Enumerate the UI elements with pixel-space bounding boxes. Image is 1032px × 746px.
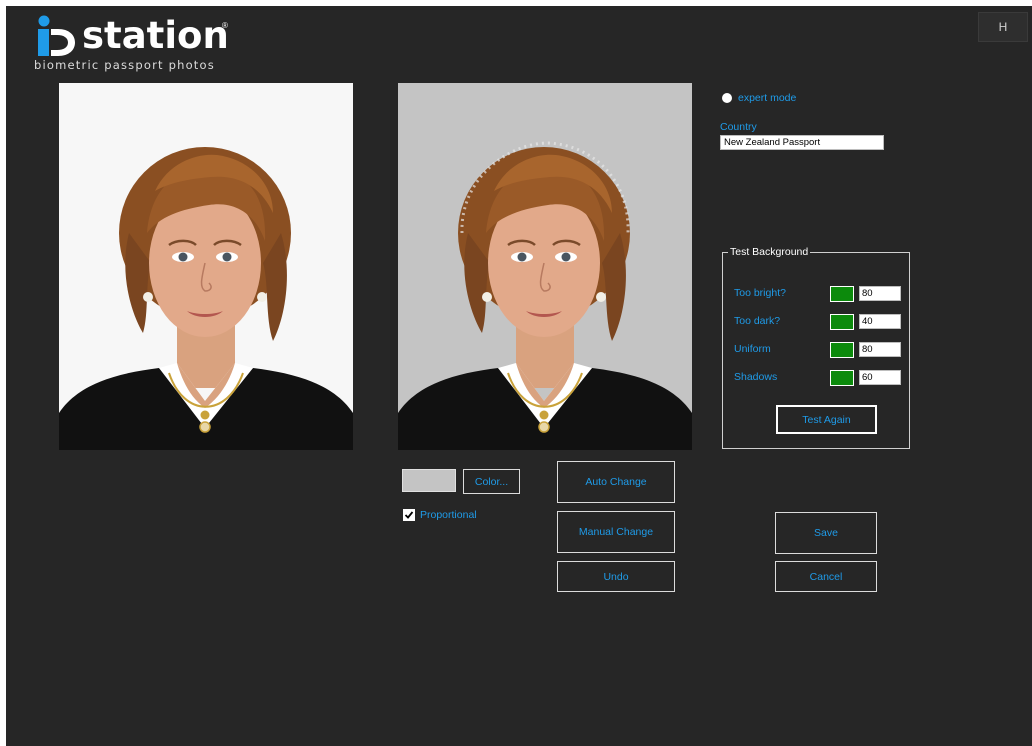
- save-button[interactable]: Save: [775, 512, 877, 554]
- too-bright-label: Too bright?: [734, 287, 786, 299]
- too-dark-status-indicator: [830, 314, 854, 330]
- portrait-image: [59, 147, 353, 450]
- portrait-image-processed: [398, 141, 692, 450]
- test-background-group: Test Background Too bright? 80 Too dark?…: [722, 246, 910, 449]
- color-picker-button[interactable]: Color...: [463, 469, 520, 494]
- test-background-title: Test Background: [728, 246, 811, 258]
- logo-tagline: biometric passport photos: [34, 58, 215, 72]
- original-photo: [59, 83, 353, 450]
- undo-button[interactable]: Undo: [557, 561, 675, 592]
- processed-photo: [398, 83, 692, 450]
- app-window: station ® biometric passport photos H ex…: [6, 6, 1032, 746]
- shadows-status-indicator: [830, 370, 854, 386]
- proportional-checkbox[interactable]: Proportional: [403, 509, 477, 521]
- cancel-button[interactable]: Cancel: [775, 561, 877, 592]
- proportional-label: Proportional: [420, 509, 477, 521]
- too-dark-threshold-field[interactable]: 40: [859, 314, 901, 329]
- radio-indicator[interactable]: [722, 93, 732, 103]
- test-row-too-dark: Too dark? 40: [734, 314, 904, 330]
- test-row-too-bright: Too bright? 80: [734, 286, 904, 302]
- logo-wordmark: station: [82, 14, 229, 57]
- brand-logo: station ® biometric passport photos: [34, 15, 254, 77]
- auto-change-button[interactable]: Auto Change: [557, 461, 675, 503]
- too-bright-threshold-field[interactable]: 80: [859, 286, 901, 301]
- too-bright-status-indicator: [830, 286, 854, 302]
- shadows-threshold-field[interactable]: 60: [859, 370, 901, 385]
- uniform-threshold-field[interactable]: 80: [859, 342, 901, 357]
- too-dark-label: Too dark?: [734, 315, 781, 327]
- expert-mode-radio[interactable]: expert mode: [722, 92, 796, 104]
- manual-change-button[interactable]: Manual Change: [557, 511, 675, 553]
- country-label: Country: [720, 121, 757, 133]
- test-again-button[interactable]: Test Again: [776, 405, 877, 434]
- help-button[interactable]: H: [978, 12, 1028, 42]
- registered-mark: ®: [222, 21, 228, 30]
- id-logo-icon: [38, 15, 75, 56]
- country-field[interactable]: New Zealand Passport: [720, 135, 884, 150]
- test-row-shadows: Shadows 60: [734, 370, 904, 386]
- shadows-label: Shadows: [734, 371, 778, 383]
- expert-mode-label: expert mode: [738, 92, 797, 104]
- checkbox-checked-icon[interactable]: [403, 509, 415, 521]
- uniform-label: Uniform: [734, 343, 771, 355]
- uniform-status-indicator: [830, 342, 854, 358]
- test-row-uniform: Uniform 80: [734, 342, 904, 358]
- background-color-swatch[interactable]: [402, 469, 456, 492]
